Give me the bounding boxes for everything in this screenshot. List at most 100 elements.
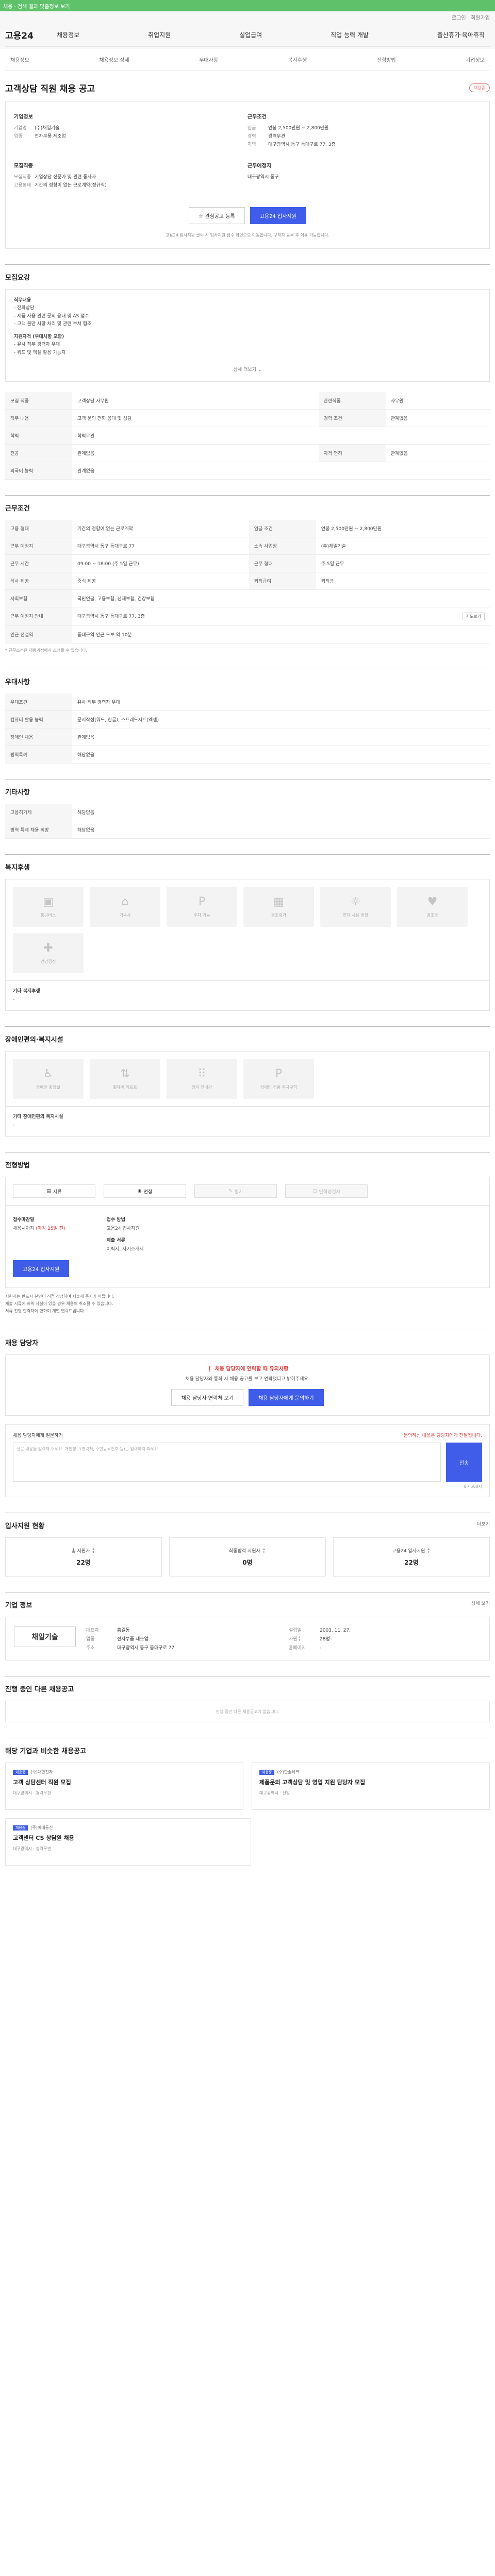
- table-key: 근무 예정지 안내: [5, 607, 72, 626]
- disab-label: 장애인 화장실: [36, 1085, 60, 1090]
- disab-etc: 기타 장애인편의 복지시설 -: [5, 1107, 490, 1137]
- welfare-item: ▣ 통근버스: [13, 887, 84, 927]
- company-label: 기업정보: [14, 114, 33, 120]
- inquiry-button[interactable]: 채용 담당자에게 문의하기: [248, 1389, 324, 1406]
- doc-icon: ▤: [46, 1189, 51, 1194]
- gnb-item[interactable]: 채용정보: [57, 30, 79, 39]
- star-icon: ☆: [199, 214, 205, 219]
- docs-label: 제출 서류: [106, 1238, 125, 1244]
- utility-links: 로그인 회원가입: [0, 11, 495, 23]
- lift-icon: ⇅: [120, 1067, 130, 1081]
- table-key: 사회보험: [5, 589, 72, 608]
- alert-title: 채용 담당자에 연락할 때 유의사항: [214, 1366, 289, 1372]
- note-line: 지원서는 반드시 본인이 직접 작성하여 제출해 주시기 바랍니다.: [5, 1294, 114, 1299]
- tab-item[interactable]: 전형방법: [377, 56, 396, 63]
- apply-button-2[interactable]: 고용24 입사지원: [13, 1260, 70, 1278]
- apply-notice: 고용24 입사지원 클릭 시 입사지원 접수 화면으로 이동합니다. 구직자 등…: [165, 233, 330, 238]
- tab-item[interactable]: 채용정보: [10, 56, 29, 63]
- table-value: 해당없음: [72, 745, 490, 764]
- gnb-item[interactable]: 출산휴가·육아휴직: [437, 30, 485, 39]
- kv-value: 대구광역시 동구: [248, 175, 279, 180]
- more-button[interactable]: 상세 더보기 ⌄: [14, 366, 481, 374]
- tab-item[interactable]: 복지후생: [288, 56, 307, 63]
- info-key: 주소: [86, 1646, 95, 1651]
- empty-state: 진행 중인 다른 채용공고가 없습니다.: [5, 1701, 490, 1723]
- table-row: 전공 관계없음 자격 면허 관계없음: [5, 444, 490, 463]
- table-value: 대구광역시 동구 동대구로 77: [72, 537, 249, 555]
- tab-item[interactable]: 우대사항: [199, 56, 218, 63]
- info-value: 28명: [320, 1637, 330, 1642]
- card-meta: 대구광역시 · 경력무관: [13, 1846, 51, 1852]
- tab-item[interactable]: 채용정보 상세: [99, 56, 129, 63]
- other-section: 기타사항 고용허가제 해당없음 병역 특례 채용 희망 해당없음: [5, 779, 490, 839]
- table-value: 관계없음: [385, 409, 490, 428]
- method-item: ◉ 면접: [104, 1184, 186, 1198]
- send-button[interactable]: 전송: [446, 1443, 482, 1482]
- disab-item: ♿ 장애인 화장실: [13, 1059, 84, 1099]
- note-line: 제출 서류에 허위 사실이 있을 경우 채용이 취소될 수 있습니다.: [5, 1301, 113, 1306]
- stats-more-link[interactable]: 더보기: [477, 1520, 490, 1537]
- bus-icon: ▣: [43, 895, 54, 909]
- table-row: 컴퓨터 활용 능력 문서작성(워드, 한글), 스프레드시트(엑셀): [5, 710, 490, 729]
- card-company: (주)한솔테크: [277, 1770, 300, 1775]
- tab-item[interactable]: 기업정보: [466, 56, 485, 63]
- table-row: 병역특례 해당없음: [5, 745, 490, 764]
- scrap-button[interactable]: ☆ 관심공고 등록: [189, 207, 245, 224]
- similar-card[interactable]: 채용중 (주)미래통신 고객센터 CS 상담원 채용 대구광역시 · 경력무관: [5, 1818, 251, 1866]
- gnb-item[interactable]: 실업급여: [239, 30, 262, 39]
- kv-key: 임금: [248, 126, 256, 131]
- header: 로그인 회원가입 고용24 채용정보 취업지원 실업급여 직업 능력 개발 출산…: [0, 11, 495, 48]
- company-info: 대표자 홍길동 설립일 2003. 11. 27. 업종 전자부품 제조업 사원수 28…: [86, 1626, 481, 1651]
- stat-label: 고용24 입사지원 수: [392, 1549, 431, 1554]
- kv-value: 대구광역시 동구 동대구로 77, 3층: [268, 142, 336, 147]
- question-note: 문의하신 내용은 담당자에게 전달됩니다.: [403, 1433, 482, 1439]
- section-title: 우대사항: [5, 679, 30, 687]
- kv-key: 경력: [248, 134, 256, 139]
- disab-item: ⇅ 휠체어 리프트: [90, 1059, 160, 1099]
- table-key: 임금 조건: [249, 520, 316, 538]
- table-value: 유사 직무 경력자 우대: [72, 693, 490, 711]
- card-meta: 대구광역시 · 경력무관: [13, 1791, 51, 1796]
- stat-card: 고용24 입사지원 수 22명: [333, 1537, 490, 1577]
- map-button[interactable]: 지도보기: [462, 613, 485, 621]
- kv-value: 경력무관: [268, 134, 286, 139]
- summary-line: - 고객 불만 사항 처리 및 관련 부서 협조: [14, 321, 92, 327]
- similar-card[interactable]: 채용중 (주)한솔테크 제품문의 고객상담 및 영업 지원 담당자 모집 대구광역시 …: [252, 1762, 490, 1810]
- card-title: 고객센터 CS 상담원 채용: [13, 1835, 74, 1842]
- info-value: 2003. 11. 27.: [320, 1628, 351, 1634]
- kv-value: (주)채일기술: [35, 126, 60, 131]
- table-row: 근무 예정지 안내 대구광역시 동구 동대구로 77, 3층 지도보기: [5, 607, 490, 626]
- company-detail-link[interactable]: 상세 보기: [471, 1600, 490, 1617]
- welfare-label: 연차 사용 권장: [342, 913, 369, 918]
- method-item: ▤ 서류: [13, 1184, 95, 1198]
- disab-label: 점자 안내판: [191, 1085, 212, 1090]
- table-key: 컴퓨터 활용 능력: [5, 710, 72, 729]
- table-value: 문서작성(워드, 한글), 스프레드시트(엑셀): [72, 710, 490, 729]
- question-input[interactable]: 질문 내용을 입력해 주세요. 개인정보(연락처, 주민등록번호 등)는 입력하…: [13, 1443, 441, 1482]
- info-key: 사원수: [289, 1637, 302, 1642]
- welfare-item: P 주차 가능: [167, 887, 237, 927]
- gnb-item[interactable]: 직업 능력 개발: [331, 30, 369, 39]
- summary-line: 직무내용: [14, 298, 31, 303]
- more-label: 상세 더보기: [233, 367, 256, 373]
- similar-card[interactable]: 채용중 (주)대한전자 고객 상담센터 직원 모집 대구광역시 · 경력무관: [5, 1762, 243, 1810]
- site-logo[interactable]: 고용24: [5, 28, 57, 41]
- stats-cards: 총 지원자 수 22명 최종합격 지원자 수 0명 고용24 입사지원 수 22명: [5, 1537, 490, 1577]
- table-value: 국민연금, 고용보험, 산재보험, 건강보험: [72, 589, 490, 608]
- section-title: 진행 중인 다른 채용공고: [5, 1686, 74, 1694]
- gift-icon: ♥: [427, 895, 438, 909]
- kv-key: 기업명: [14, 126, 27, 131]
- contact-button[interactable]: 채용 담당자 연락처 보기: [171, 1389, 243, 1406]
- apply-button[interactable]: 고용24 입사지원: [250, 207, 306, 224]
- table-value: 관계없음: [72, 728, 490, 747]
- deadline-value: 채용시까지: [13, 1226, 35, 1232]
- gnb-item[interactable]: 취업지원: [148, 30, 171, 39]
- table-value: 연봉 2,500만원 ~ 2,800만원: [316, 520, 490, 538]
- section-title: 근무조건: [5, 505, 30, 513]
- login-link[interactable]: 로그인: [452, 15, 466, 21]
- method-label: 면접: [143, 1189, 153, 1195]
- join-link[interactable]: 회원가입: [471, 15, 490, 21]
- table-key: 근무 시간: [5, 554, 72, 573]
- disab-label: 휠체어 리프트: [113, 1085, 137, 1090]
- disab-item: ⠿ 점자 안내판: [167, 1059, 237, 1099]
